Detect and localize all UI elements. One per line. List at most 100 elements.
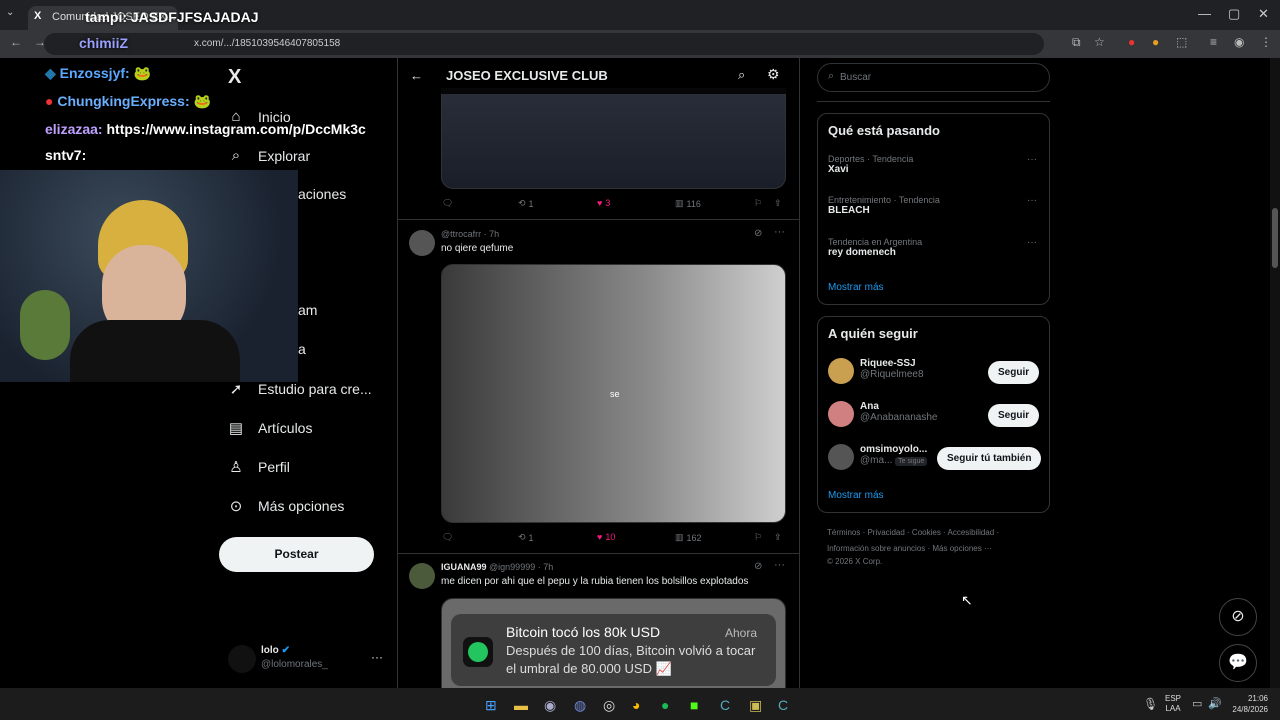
messages-floating-icon[interactable]: 💬 xyxy=(1219,644,1257,682)
app-c-icon[interactable]: C xyxy=(720,697,730,713)
sidebar-item-bookmarks[interactable]: a xyxy=(298,341,306,357)
discord-icon[interactable]: ◍ xyxy=(574,697,586,714)
footer-link-ads[interactable]: Información sobre anuncios xyxy=(827,544,925,553)
close-window-button[interactable]: ✕ xyxy=(1258,6,1269,22)
scrollbar-thumb[interactable] xyxy=(1272,208,1278,268)
follow-show-more-link[interactable]: Mostrar más xyxy=(828,490,884,501)
account-name[interactable]: lolo ✔ xyxy=(261,645,290,656)
avatar[interactable] xyxy=(828,401,854,427)
sidebar-item-creator-studio[interactable]: ➚ Estudio para cre... xyxy=(228,380,372,398)
post-media[interactable] xyxy=(441,88,786,189)
avatar[interactable] xyxy=(828,358,854,384)
x-logo[interactable]: X xyxy=(228,66,241,89)
suggested-user[interactable]: Ana @Anabananashe xyxy=(860,401,937,423)
notification-body: Después de 100 días, Bitcoin volvió a to… xyxy=(506,643,756,676)
trend-item[interactable]: Entretenimiento · Tendencia BLEACH xyxy=(828,195,940,216)
avatar[interactable] xyxy=(409,230,435,256)
display-icon[interactable]: ▭ xyxy=(1192,697,1202,710)
volume-icon[interactable]: 🔊 xyxy=(1208,697,1222,710)
back-arrow-icon[interactable]: ← xyxy=(410,68,423,83)
page-scrollbar[interactable] xyxy=(1270,58,1280,688)
repost-button[interactable]: ⟲ 1 xyxy=(518,198,534,209)
extension-red-icon[interactable]: ● xyxy=(1128,35,1135,49)
like-button[interactable]: ♥ 3 xyxy=(597,198,610,208)
kick-icon[interactable]: ■ xyxy=(690,697,698,713)
post-more-icon[interactable]: ··· xyxy=(774,226,785,238)
account-avatar[interactable] xyxy=(228,645,256,673)
trend-more-icon[interactable]: ··· xyxy=(1027,154,1037,165)
footer-copyright: © 2026 X Corp. xyxy=(827,557,883,566)
bookmark-star-icon[interactable]: ☆ xyxy=(1094,35,1105,49)
post-author[interactable]: @ttrocafrr · 7h xyxy=(441,229,499,239)
suggested-user[interactable]: omsimoyolo... @ma... Te sigue xyxy=(860,444,928,466)
extension-yellow-icon[interactable]: ● xyxy=(1152,35,1159,49)
grok-floating-icon[interactable]: ⊘ xyxy=(1219,598,1257,636)
grok-icon[interactable]: ⊘ xyxy=(754,228,762,239)
obs-icon[interactable]: ◎ xyxy=(603,697,615,714)
profile-avatar-icon[interactable]: ◉ xyxy=(1234,35,1244,49)
repost-button[interactable]: ⟲ 1 xyxy=(518,532,534,543)
chat-line: elizazaa: https://www.instagram.com/p/Dc… xyxy=(45,121,366,137)
post-media[interactable]: se xyxy=(441,264,786,523)
share-icon[interactable]: ⇪ xyxy=(774,532,782,543)
trend-item[interactable]: Tendencia en Argentina rey domenech xyxy=(828,237,922,258)
app-window-icon[interactable]: ▣ xyxy=(749,697,762,714)
app-c2-icon[interactable]: C xyxy=(778,697,788,713)
grok-icon[interactable]: ⊘ xyxy=(754,561,762,572)
footer-link-privacy[interactable]: Privacidad xyxy=(867,528,904,537)
avatar[interactable] xyxy=(828,444,854,470)
account-menu-icon[interactable]: ··· xyxy=(371,650,383,664)
sidebar-item-more[interactable]: ⊙ Más opciones xyxy=(228,497,345,515)
clock[interactable]: 21:06 24/8/2026 xyxy=(1228,693,1268,715)
trend-item[interactable]: Deportes · Tendencia Xavi xyxy=(828,154,913,175)
install-app-icon[interactable]: ⧉ xyxy=(1072,35,1081,50)
sidebar-item-profile[interactable]: ♙ Perfil xyxy=(228,458,290,476)
share-icon[interactable]: ⇪ xyxy=(774,198,782,209)
views-button[interactable]: ▥ 116 xyxy=(675,198,701,209)
search-input[interactable]: ⌕ Buscar xyxy=(817,63,1050,92)
like-button[interactable]: ♥ 10 xyxy=(597,532,615,542)
footer-link-accessibility[interactable]: Accesibilidad xyxy=(948,528,995,537)
file-explorer-icon[interactable]: ▬ xyxy=(514,697,528,713)
reading-list-icon[interactable]: ≡ xyxy=(1210,35,1217,49)
avatar[interactable] xyxy=(409,563,435,589)
spotify-icon[interactable]: ● xyxy=(661,697,669,713)
sidebar-item-notifications[interactable]: aciones xyxy=(298,186,346,202)
steam-icon[interactable]: ◉ xyxy=(544,697,556,714)
follow-back-button[interactable]: Seguir tú también xyxy=(937,447,1042,470)
suggested-user[interactable]: Riquee-SSJ @Riquelmee8 xyxy=(860,358,924,380)
trend-more-icon[interactable]: ··· xyxy=(1027,195,1037,206)
header-search-icon[interactable]: ⌕ xyxy=(738,67,745,83)
back-icon[interactable]: ← xyxy=(10,35,22,49)
follow-button[interactable]: Seguir xyxy=(988,361,1040,384)
maximize-button[interactable]: ▢ xyxy=(1228,6,1240,22)
footer-link-more[interactable]: Más opciones ··· xyxy=(932,544,992,553)
bookmark-icon[interactable]: ⚐ xyxy=(754,198,762,209)
trend-more-icon[interactable]: ··· xyxy=(1027,237,1037,248)
trends-show-more-link[interactable]: Mostrar más xyxy=(828,282,884,293)
browser-menu-icon[interactable]: ⋮ xyxy=(1260,35,1272,49)
reply-button[interactable]: 🗨 xyxy=(442,198,456,209)
footer-link-terms[interactable]: Términos xyxy=(827,528,860,537)
sidebar-item-articles[interactable]: ▤ Artículos xyxy=(228,419,313,437)
extensions-icon[interactable]: ⬚ xyxy=(1176,35,1187,49)
views-button[interactable]: ▥ 162 xyxy=(675,532,702,543)
address-bar[interactable]: x.com/.../1851039546407805158 xyxy=(44,33,1044,55)
settings-gear-icon[interactable]: ⚙ xyxy=(767,66,780,83)
post-author[interactable]: IGUANA99 @ign99999 · 7h xyxy=(441,562,553,572)
start-icon[interactable]: ⊞ xyxy=(485,697,497,714)
bookmark-icon[interactable]: ⚐ xyxy=(754,532,762,543)
bitcoin-notification[interactable]: Bitcoin tocó los 80k USD Ahora Después d… xyxy=(451,614,776,686)
sidebar-item-grok[interactable]: am xyxy=(298,302,317,318)
follow-button[interactable]: Seguir xyxy=(988,404,1040,427)
post-more-icon[interactable]: ··· xyxy=(774,559,785,571)
language-indicator[interactable]: ESP LAA xyxy=(1165,694,1181,714)
minimize-button[interactable]: — xyxy=(1198,6,1211,21)
tab-menu-icon[interactable]: ⌄ xyxy=(6,7,14,18)
sidebar-item-explore[interactable]: ⌕ Explorar xyxy=(228,147,310,164)
chrome-icon[interactable]: ◕ xyxy=(632,697,640,713)
microphone-icon[interactable]: 🎙 xyxy=(1143,697,1158,711)
footer-link-cookies[interactable]: Cookies xyxy=(912,528,941,537)
reply-button[interactable]: 🗨 xyxy=(442,532,456,543)
post-button[interactable]: Postear xyxy=(219,537,374,572)
